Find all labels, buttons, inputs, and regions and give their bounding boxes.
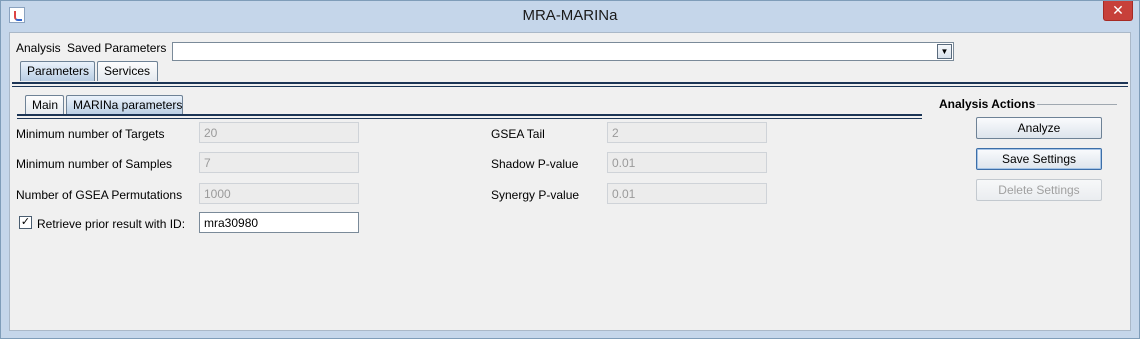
close-button[interactable]: ✕ — [1103, 1, 1133, 21]
result-id-input[interactable]: mra30980 — [199, 212, 359, 233]
tab-divider — [12, 82, 1128, 84]
tab-parameters[interactable]: Parameters — [20, 61, 95, 81]
min-samples-field: 7 — [199, 152, 359, 173]
delete-settings-button[interactable]: Delete Settings — [976, 179, 1102, 201]
retrieve-label: Retrieve prior result with ID: — [37, 217, 186, 231]
analysis-label: Analysis — [16, 41, 61, 55]
saved-parameters-label: Saved Parameters — [67, 41, 167, 55]
tab-main[interactable]: Main — [25, 95, 64, 115]
synergy-pvalue-field: 0.01 — [607, 183, 767, 204]
inner-tab-divider-secondary — [17, 118, 922, 119]
gsea-tail-field: 2 — [607, 122, 767, 143]
app-window: MRA-MARINa ✕ Analysis Saved Parameters ▼… — [0, 0, 1140, 339]
synergy-pvalue-label: Synergy P-value — [491, 188, 580, 202]
gsea-permutations-field: 1000 — [199, 183, 359, 204]
gsea-permutations-label: Number of GSEA Permutations — [16, 188, 183, 202]
min-targets-label: Minimum number of Targets — [16, 127, 165, 141]
inner-tab-divider — [17, 114, 922, 116]
window-title: MRA-MARINa — [522, 7, 618, 24]
gsea-tail-label: GSEA Tail — [491, 127, 545, 141]
shadow-pvalue-label: Shadow P-value — [491, 157, 579, 171]
chevron-down-icon[interactable]: ▼ — [937, 44, 952, 59]
tab-marina-parameters[interactable]: MARINa parameters — [66, 95, 183, 115]
shadow-pvalue-field: 0.01 — [607, 152, 767, 173]
min-samples-label: Minimum number of Samples — [16, 157, 173, 171]
save-settings-button[interactable]: Save Settings — [976, 148, 1102, 170]
analyze-button[interactable]: Analyze — [976, 117, 1102, 139]
tab-services[interactable]: Services — [97, 61, 158, 81]
saved-parameters-dropdown[interactable]: ▼ — [172, 42, 954, 61]
main-panel: Analysis Saved Parameters ▼ Parameters S… — [9, 32, 1131, 331]
title-bar[interactable]: MRA-MARINa ✕ — [1, 1, 1139, 31]
min-targets-field: 20 — [199, 122, 359, 143]
section-divider — [1037, 104, 1117, 105]
retrieve-checkbox[interactable]: ✓ — [19, 216, 32, 229]
analysis-actions-title: Analysis Actions — [939, 97, 1036, 111]
parameters-panel: Main MARINa parameters Minimum number of… — [10, 87, 1130, 331]
